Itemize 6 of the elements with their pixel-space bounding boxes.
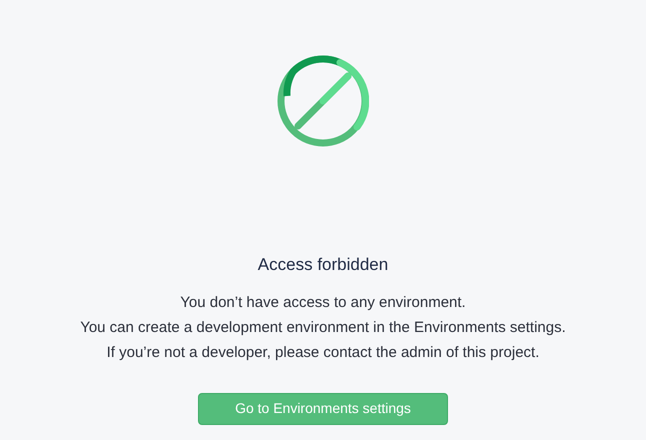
forbidden-icon <box>277 55 369 147</box>
page-title: Access forbidden <box>258 254 388 276</box>
environments-settings-button[interactable]: Go to Environments settings <box>198 392 448 424</box>
message-line: You can create a development environment in the Environments settings. <box>80 318 566 338</box>
message-line: If you’re not a developer, please contact the admin of this project. <box>106 342 540 362</box>
message-line: You don’t have access to any environment. <box>180 292 466 312</box>
